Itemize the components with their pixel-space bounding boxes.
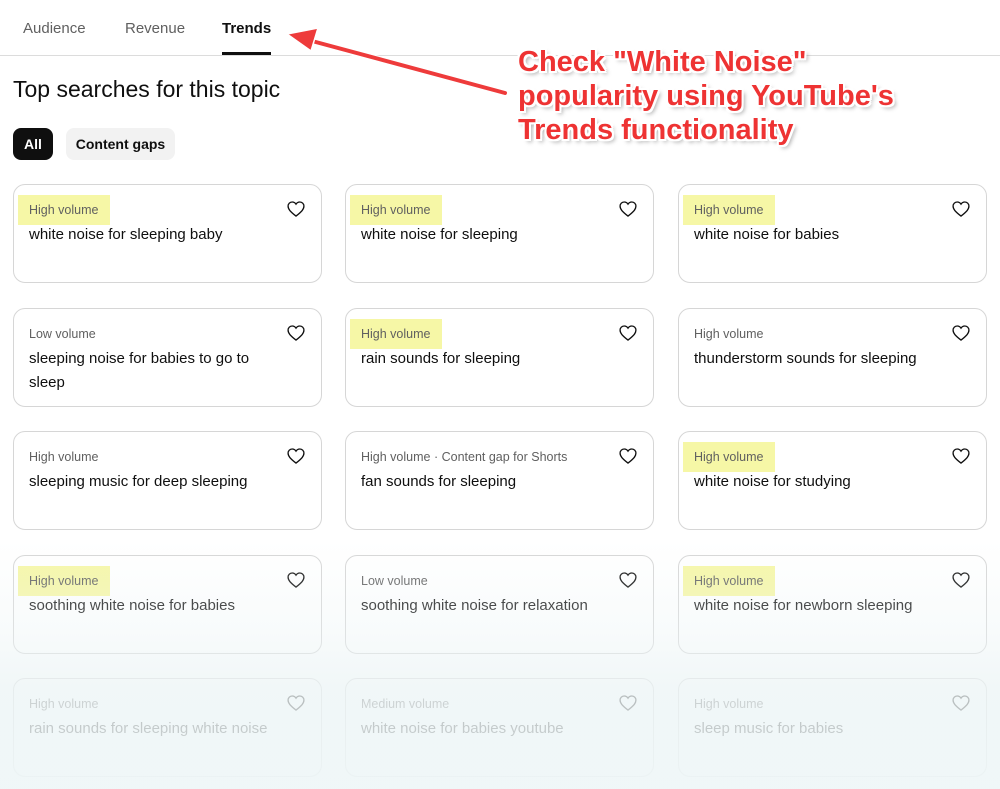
- search-volume-label: Low volume: [361, 574, 428, 588]
- search-card[interactable]: High volume thunderstorm sounds for slee…: [678, 308, 987, 407]
- heart-icon[interactable]: [618, 693, 638, 713]
- page-title: Top searches for this topic: [13, 76, 281, 102]
- search-query: fan sounds for sleeping: [361, 473, 517, 490]
- search-volume-label: High volume: [683, 195, 776, 225]
- search-query: white noise for newborn sleeping: [694, 597, 913, 614]
- heart-icon[interactable]: [286, 693, 306, 713]
- heart-icon[interactable]: [618, 446, 638, 466]
- search-card[interactable]: High volume · Content gap for Shorts fan…: [345, 431, 654, 530]
- search-volume-label: High volume: [683, 566, 776, 596]
- search-card[interactable]: High volume rain sounds for sleeping whi…: [13, 678, 322, 777]
- heart-icon[interactable]: [951, 446, 971, 466]
- heart-icon[interactable]: [618, 570, 638, 590]
- tab-trends[interactable]: Trends: [222, 20, 272, 55]
- search-card[interactable]: High volume sleep music for babies: [678, 678, 987, 777]
- search-volume-label: High volume: [18, 566, 111, 596]
- heart-icon[interactable]: [286, 323, 306, 343]
- search-query: rain sounds for sleeping: [361, 350, 521, 367]
- search-query: rain sounds for sleeping white noise: [29, 720, 268, 737]
- tab-audience[interactable]: Audience: [23, 20, 86, 55]
- search-query: white noise for babies youtube: [361, 720, 564, 737]
- search-volume-label: High volume: [350, 319, 443, 349]
- heart-icon[interactable]: [286, 446, 306, 466]
- heart-icon[interactable]: [951, 323, 971, 343]
- search-volume-label: High volume: [350, 195, 443, 225]
- callout-line: Check "White Noise": [518, 46, 807, 78]
- search-card[interactable]: High volume white noise for sleeping: [345, 184, 654, 283]
- heart-icon[interactable]: [618, 323, 638, 343]
- search-card[interactable]: High volume white noise for babies: [678, 184, 987, 283]
- callout-line: popularity using YouTube's: [518, 80, 894, 112]
- search-volume-label: High volume: [18, 195, 111, 225]
- search-card[interactable]: High volume white noise for newborn slee…: [678, 555, 987, 654]
- search-query: thunderstorm sounds for sleeping: [694, 350, 917, 367]
- chip-all[interactable]: All: [13, 128, 53, 160]
- search-query: sleeping music for deep sleeping: [29, 473, 248, 490]
- search-card[interactable]: Low volume sleeping noise for babies to …: [13, 308, 322, 407]
- search-query: white noise for sleeping: [361, 226, 518, 243]
- search-card[interactable]: High volume soothing white noise for bab…: [13, 555, 322, 654]
- search-volume-label: High volume · Content gap for Shorts: [361, 450, 568, 464]
- callout-annotation: Check "White Noise" popularity using You…: [518, 45, 988, 147]
- heart-icon[interactable]: [951, 693, 971, 713]
- search-volume-label: Low volume: [29, 327, 96, 341]
- search-card[interactable]: High volume sleeping music for deep slee…: [13, 431, 322, 530]
- search-query: soothing white noise for babies: [29, 597, 235, 614]
- tab-revenue[interactable]: Revenue: [125, 20, 185, 55]
- search-volume-label: High volume: [694, 327, 764, 341]
- heart-icon[interactable]: [951, 570, 971, 590]
- search-card[interactable]: Medium volume white noise for babies you…: [345, 678, 654, 777]
- chip-content-gaps[interactable]: Content gaps: [66, 128, 175, 160]
- callout-line: Trends functionality: [518, 114, 794, 146]
- search-card[interactable]: High volume white noise for sleeping bab…: [13, 184, 322, 283]
- search-query: white noise for studying: [694, 473, 851, 490]
- search-query: sleep music for babies: [694, 720, 844, 737]
- search-card[interactable]: High volume rain sounds for sleeping: [345, 308, 654, 407]
- search-volume-label: High volume: [683, 442, 776, 472]
- search-volume-label: High volume: [29, 697, 99, 711]
- heart-icon[interactable]: [286, 570, 306, 590]
- search-query: white noise for sleeping baby: [29, 226, 223, 243]
- search-card[interactable]: Low volume soothing white noise for rela…: [345, 555, 654, 654]
- search-query: soothing white noise for relaxation: [361, 597, 588, 614]
- heart-icon[interactable]: [618, 199, 638, 219]
- search-query: white noise for babies: [694, 226, 840, 243]
- search-volume-label: High volume: [694, 697, 764, 711]
- heart-icon[interactable]: [951, 199, 971, 219]
- search-card[interactable]: High volume white noise for studying: [678, 431, 987, 530]
- search-volume-label: High volume: [29, 450, 99, 464]
- heart-icon[interactable]: [286, 199, 306, 219]
- search-volume-label: Medium volume: [361, 697, 450, 711]
- search-query: sleeping noise for babies to go to sleep: [29, 350, 250, 391]
